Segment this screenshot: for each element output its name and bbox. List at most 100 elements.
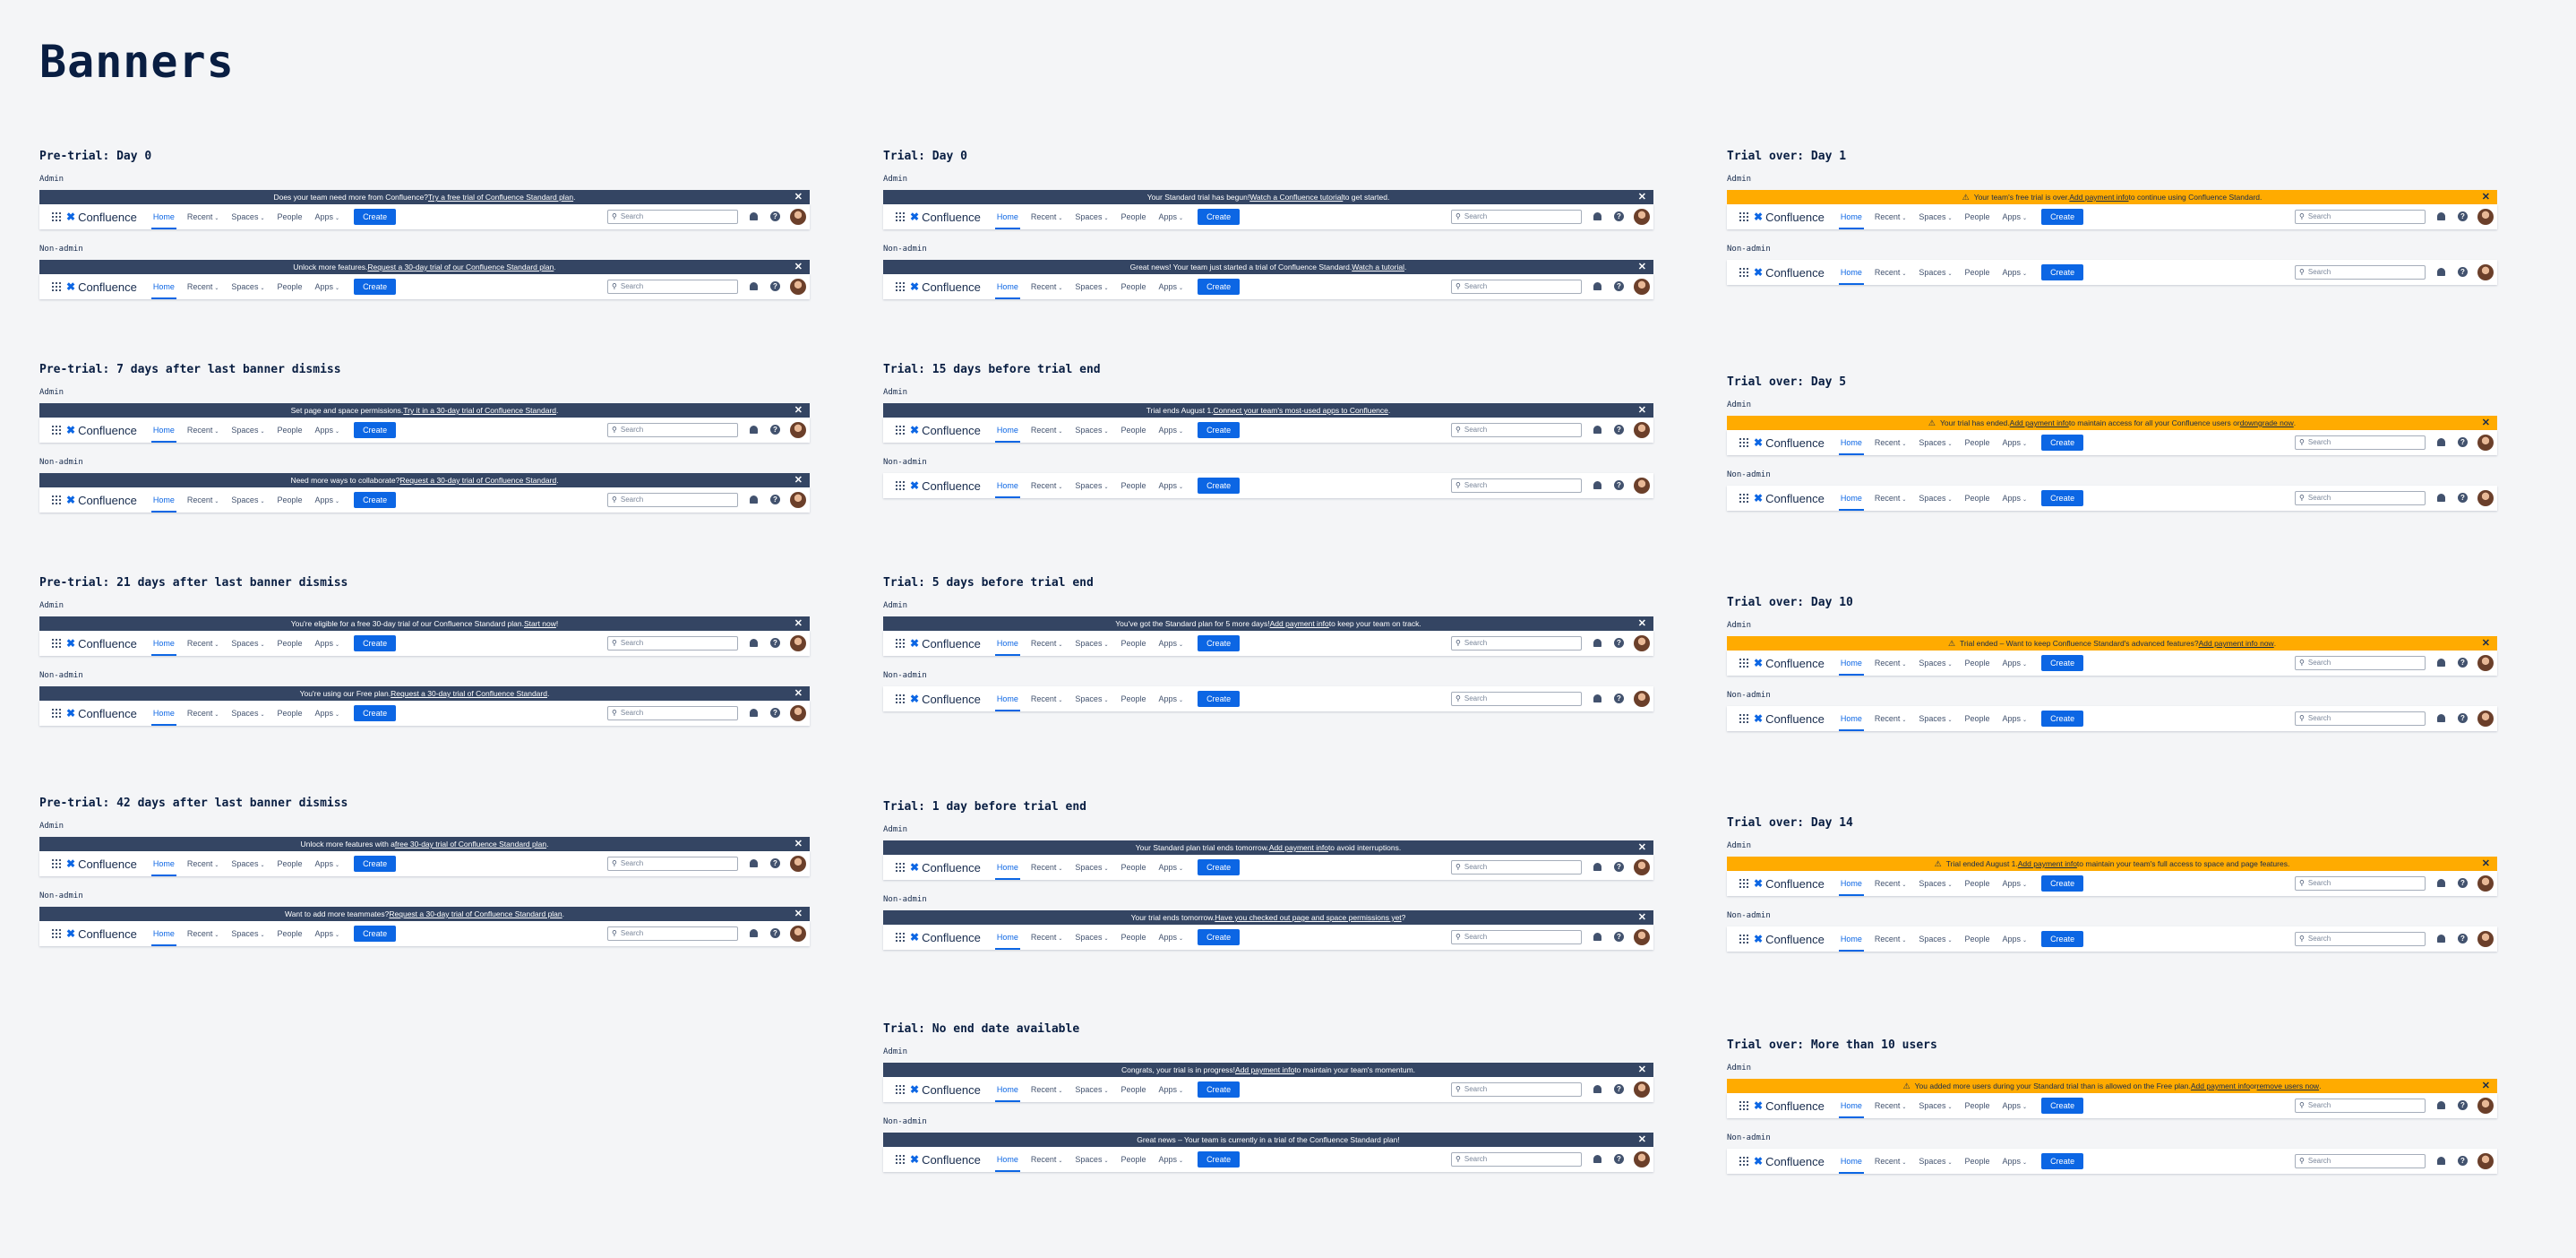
avatar[interactable] [1634,1081,1650,1098]
confluence-logo-text[interactable]: Confluence [78,280,137,294]
create-button[interactable]: Create [2041,875,2084,892]
confluence-logo-icon[interactable]: ✖ [1754,933,1763,945]
nav-recent[interactable]: Recent ⌄ [1031,204,1063,229]
app-switcher-icon[interactable] [896,282,905,291]
banner-link[interactable]: Add payment info [2069,193,2128,202]
confluence-logo-icon[interactable]: ✖ [1754,657,1763,669]
nav-home[interactable]: Home [994,1077,1020,1102]
nav-recent[interactable]: Recent ⌄ [1031,855,1063,880]
nav-people[interactable]: People [1121,204,1146,229]
search-input[interactable]: ⚲ Search [1451,280,1582,294]
help-icon[interactable]: ? [1614,281,1624,291]
create-button[interactable]: Create [354,209,397,225]
help-icon[interactable]: ? [1614,694,1624,703]
close-icon[interactable]: ✕ [794,403,803,418]
avatar[interactable] [1634,279,1650,295]
search-input[interactable]: ⚲ Search [2295,491,2426,505]
create-button[interactable]: Create [354,926,397,942]
close-icon[interactable]: ✕ [794,686,803,701]
avatar[interactable] [790,926,806,942]
help-icon[interactable]: ? [1614,1084,1624,1094]
search-input[interactable]: ⚲ Search [2295,265,2426,280]
app-switcher-icon[interactable] [52,859,61,868]
banner-link[interactable]: Request a 30-day trial of Confluence Sta… [389,909,562,918]
app-switcher-icon[interactable] [896,481,905,490]
create-button[interactable]: Create [1198,1151,1241,1168]
close-icon[interactable]: ✕ [1638,840,1646,855]
create-button[interactable]: Create [1198,422,1241,438]
nav-apps[interactable]: Apps ⌄ [1159,855,1184,880]
banner-link[interactable]: Connect your team's most-used apps to Co… [1214,406,1388,415]
nav-home[interactable]: Home [994,855,1020,880]
help-icon[interactable]: ? [2458,713,2468,723]
nav-home[interactable]: Home [994,204,1020,229]
avatar[interactable] [1634,859,1650,875]
nav-recent[interactable]: Recent ⌄ [1875,706,1907,731]
nav-apps[interactable]: Apps ⌄ [2003,706,2028,731]
confluence-logo-text[interactable]: Confluence [922,280,981,294]
help-icon[interactable]: ? [1614,1154,1624,1164]
nav-people[interactable]: People [1964,486,1989,511]
close-icon[interactable]: ✕ [794,837,803,851]
nav-apps[interactable]: Apps ⌄ [1159,473,1184,498]
create-button[interactable]: Create [2041,1153,2084,1169]
nav-spaces[interactable]: Spaces ⌄ [1075,1077,1108,1102]
confluence-logo-icon[interactable]: ✖ [910,931,919,944]
nav-people[interactable]: People [1121,631,1146,656]
search-input[interactable]: ⚲ Search [1451,1152,1582,1167]
notification-bell-icon[interactable] [2437,935,2445,943]
app-switcher-icon[interactable] [52,929,61,938]
help-icon[interactable]: ? [2458,267,2468,277]
help-icon[interactable]: ? [1614,425,1624,435]
confluence-logo-icon[interactable]: ✖ [910,861,919,874]
nav-spaces[interactable]: Spaces ⌄ [1075,925,1108,950]
create-button[interactable]: Create [354,492,397,508]
app-switcher-icon[interactable] [896,639,905,648]
avatar[interactable] [790,422,806,438]
close-icon[interactable]: ✕ [794,190,803,204]
confluence-logo-text[interactable]: Confluence [1765,877,1825,891]
close-icon[interactable]: ✕ [1638,1133,1646,1147]
nav-spaces[interactable]: Spaces ⌄ [1919,871,1952,896]
notification-bell-icon[interactable] [2437,659,2445,667]
app-switcher-icon[interactable] [1739,494,1748,503]
search-input[interactable]: ⚲ Search [2295,876,2426,891]
confluence-logo-icon[interactable]: ✖ [910,637,919,650]
nav-spaces[interactable]: Spaces ⌄ [231,487,264,513]
nav-spaces[interactable]: Spaces ⌄ [1919,430,1952,455]
confluence-logo-icon[interactable]: ✖ [66,707,75,719]
banner-link[interactable]: Add payment info now [2199,639,2274,648]
confluence-logo-icon[interactable]: ✖ [910,479,919,492]
close-icon[interactable]: ✕ [1638,1063,1646,1077]
nav-people[interactable]: People [1121,473,1146,498]
confluence-logo-text[interactable]: Confluence [78,211,137,224]
nav-home[interactable]: Home [994,925,1020,950]
confluence-logo-text[interactable]: Confluence [78,494,137,507]
nav-spaces[interactable]: Spaces ⌄ [1075,855,1108,880]
nav-spaces[interactable]: Spaces ⌄ [1919,1149,1952,1174]
confluence-logo-icon[interactable]: ✖ [910,280,919,293]
confluence-logo-text[interactable]: Confluence [1765,712,1825,726]
nav-recent[interactable]: Recent ⌄ [187,701,219,726]
notification-bell-icon[interactable] [1593,863,1601,871]
nav-spaces[interactable]: Spaces ⌄ [1075,418,1108,443]
app-switcher-icon[interactable] [52,709,61,718]
help-icon[interactable]: ? [770,211,780,221]
search-input[interactable]: ⚲ Search [1451,930,1582,944]
confluence-logo-text[interactable]: Confluence [78,927,137,941]
close-icon[interactable]: ✕ [794,616,803,631]
confluence-logo-icon[interactable]: ✖ [910,1153,919,1166]
nav-apps[interactable]: Apps ⌄ [315,701,340,726]
help-icon[interactable]: ? [2458,878,2468,888]
confluence-logo-text[interactable]: Confluence [922,637,981,651]
confluence-logo-text[interactable]: Confluence [1765,492,1825,505]
nav-people[interactable]: People [277,631,302,656]
nav-people[interactable]: People [1121,418,1146,443]
nav-recent[interactable]: Recent ⌄ [1031,473,1063,498]
confluence-logo-text[interactable]: Confluence [922,861,981,875]
confluence-logo-icon[interactable]: ✖ [66,494,75,506]
avatar[interactable] [2477,1098,2494,1114]
nav-apps[interactable]: Apps ⌄ [2003,1093,2028,1118]
avatar[interactable] [1634,691,1650,707]
nav-spaces[interactable]: Spaces ⌄ [1075,1147,1108,1172]
